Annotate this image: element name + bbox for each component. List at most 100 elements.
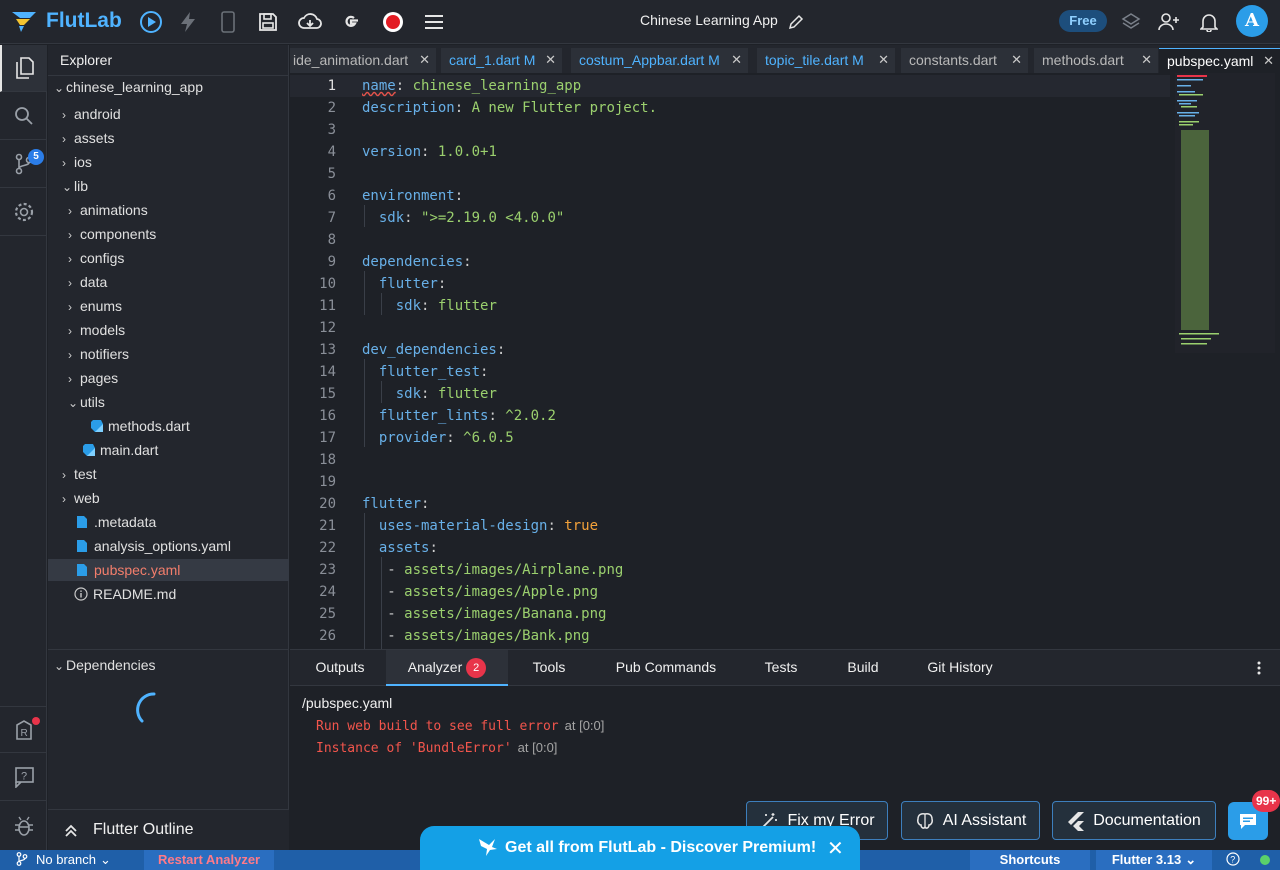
error-location: at [0:0] xyxy=(564,718,605,733)
source-control-icon[interactable]: 5 xyxy=(0,141,47,188)
error-message: Run web build to see full error xyxy=(316,719,559,734)
chevron-right-icon: › xyxy=(68,348,72,362)
close-icon[interactable]: ✕ xyxy=(545,48,556,72)
files-icon[interactable] xyxy=(0,45,47,92)
plan-badge[interactable]: Free xyxy=(1059,10,1107,32)
close-icon[interactable]: ✕ xyxy=(1263,49,1274,73)
yaml-key: version xyxy=(362,144,422,160)
notification-dot xyxy=(32,717,40,725)
close-icon[interactable]: ✕ xyxy=(1011,48,1022,72)
close-icon[interactable]: ✕ xyxy=(419,48,430,72)
device-icon[interactable] xyxy=(215,9,241,35)
tree-file-main-dart[interactable]: main.dart xyxy=(82,439,158,461)
menu-icon[interactable] xyxy=(421,9,447,35)
tree-folder-lib[interactable]: ⌄ lib xyxy=(62,175,88,197)
editor-tabs: ide_animation.dart ✕ card_1.dart M ✕ costu… xyxy=(290,45,1280,73)
layers-icon[interactable] xyxy=(1118,9,1144,35)
tree-file-methods-dart[interactable]: methods.dart xyxy=(90,415,190,437)
tree-file-readme[interactable]: README.md xyxy=(74,583,176,605)
error-row[interactable]: Instance of 'BundleError' at [0:0] xyxy=(316,739,557,756)
code-editor[interactable]: 1 name: chinese_learning_app 2 description… xyxy=(290,73,1280,649)
minimap[interactable] xyxy=(1175,73,1275,353)
tab-tests[interactable]: Tests xyxy=(756,650,806,686)
close-icon[interactable]: ✕ xyxy=(878,48,889,72)
flutter-outline-bar[interactable]: Flutter Outline xyxy=(48,809,289,850)
yaml-key: provider xyxy=(378,430,447,446)
settings-gear-icon[interactable] xyxy=(0,189,47,236)
google-icon[interactable] xyxy=(338,9,364,35)
line-number: 15 xyxy=(319,386,336,402)
dependencies-header[interactable]: ⌄ Dependencies xyxy=(54,654,156,676)
tree-folder-configs[interactable]: › configs xyxy=(68,247,124,269)
line-number: 20 xyxy=(319,496,336,512)
tree-folder-models[interactable]: › models xyxy=(68,319,125,341)
ai-assistant-button[interactable]: AI Assistant xyxy=(901,801,1040,840)
branch-selector[interactable]: No branch ⌄ xyxy=(16,850,111,870)
tab-outputs[interactable]: Outputs xyxy=(304,650,376,686)
close-icon[interactable]: ✕ xyxy=(731,48,742,72)
tree-folder-data[interactable]: › data xyxy=(68,271,107,293)
flutlab-logo[interactable]: FlutLab xyxy=(10,8,122,34)
bell-icon[interactable] xyxy=(1196,9,1222,35)
tree-folder-components[interactable]: › components xyxy=(68,223,156,245)
tab-ide-animation[interactable]: ide_animation.dart ✕ xyxy=(290,48,436,73)
tab-pubspec[interactable]: pubspec.yaml ✕ xyxy=(1159,48,1280,73)
tree-file-analysis-options[interactable]: analysis_options.yaml xyxy=(76,535,231,557)
premium-promo-banner[interactable]: Get all from FlutLab - Discover Premium!… xyxy=(420,826,860,870)
yaml-key: flutter_test xyxy=(378,364,481,380)
tree-folder-android[interactable]: › android xyxy=(62,103,121,125)
tab-card-1[interactable]: card_1.dart M ✕ xyxy=(441,48,562,73)
tree-file-pubspec[interactable]: pubspec.yaml xyxy=(48,559,289,581)
tab-pub-commands[interactable]: Pub Commands xyxy=(606,650,726,686)
code-line: 14 flutter_test: xyxy=(290,361,1170,383)
edit-title-icon[interactable] xyxy=(783,9,809,35)
tree-folder-enums[interactable]: › enums xyxy=(68,295,122,317)
run-icon[interactable] xyxy=(138,9,164,35)
code-line: 12 xyxy=(290,317,1170,339)
tree-folder-utils[interactable]: ⌄ utils xyxy=(68,391,105,413)
tab-methods[interactable]: methods.dart ✕ xyxy=(1034,48,1158,73)
tab-analyzer[interactable]: Analyzer 2 xyxy=(386,650,508,686)
help-circle-icon[interactable]: ? xyxy=(1226,850,1240,870)
tab-git-history[interactable]: Git History xyxy=(920,650,1000,686)
tree-folder-notifiers[interactable]: › notifiers xyxy=(68,343,129,365)
tab-constants[interactable]: constants.dart ✕ xyxy=(901,48,1028,73)
help-icon[interactable]: ? xyxy=(0,754,47,801)
tree-folder-ios[interactable]: › ios xyxy=(62,151,92,173)
hot-reload-icon[interactable] xyxy=(175,9,201,35)
tab-costum-appbar[interactable]: costum_Appbar.dart M ✕ xyxy=(571,48,748,73)
tab-topic-tile[interactable]: topic_tile.dart M ✕ xyxy=(757,48,895,73)
tab-tools[interactable]: Tools xyxy=(522,650,576,686)
error-file-path[interactable]: /pubspec.yaml xyxy=(302,695,392,711)
tree-folder-animations[interactable]: › animations xyxy=(68,199,148,221)
restart-analyzer-button[interactable]: Restart Analyzer xyxy=(144,850,275,870)
flutter-version-selector[interactable]: Flutter 3.13 ⌄ xyxy=(1096,850,1212,870)
search-icon[interactable] xyxy=(0,93,47,140)
bug-icon[interactable] xyxy=(0,802,47,849)
tab-build[interactable]: Build xyxy=(838,650,888,686)
record-icon[interactable] xyxy=(380,9,406,35)
error-row[interactable]: Run web build to see full error at [0:0] xyxy=(316,717,604,734)
documentation-button[interactable]: Documentation xyxy=(1052,801,1216,840)
tree-file-metadata[interactable]: .metadata xyxy=(76,511,156,533)
yaml-value: assets/images/Bank.png xyxy=(404,628,590,644)
cloud-download-icon[interactable] xyxy=(297,9,323,35)
code-line: 26 - assets/images/Bank.png xyxy=(290,625,1170,647)
shortcuts-button[interactable]: Shortcuts xyxy=(970,850,1090,870)
tree-folder-pages[interactable]: › pages xyxy=(68,367,118,389)
close-icon[interactable]: ✕ xyxy=(1141,48,1152,72)
tree-folder-assets[interactable]: › assets xyxy=(62,127,114,149)
add-user-icon[interactable] xyxy=(1156,9,1182,35)
tree-root-folder[interactable]: ⌄ chinese_learning_app xyxy=(54,76,203,98)
save-icon[interactable] xyxy=(255,9,281,35)
avatar[interactable]: A xyxy=(1236,5,1268,37)
tree-folder-web[interactable]: › web xyxy=(62,487,100,509)
tree-label: methods.dart xyxy=(108,418,190,434)
line-number: 21 xyxy=(319,518,336,534)
git-changes-badge: 5 xyxy=(28,149,44,165)
tree-folder-test[interactable]: › test xyxy=(62,463,97,485)
close-icon[interactable]: ✕ xyxy=(827,836,844,861)
dart-file-icon xyxy=(83,444,95,456)
more-options-icon[interactable] xyxy=(1253,660,1265,676)
restore-icon[interactable]: R xyxy=(0,706,47,753)
